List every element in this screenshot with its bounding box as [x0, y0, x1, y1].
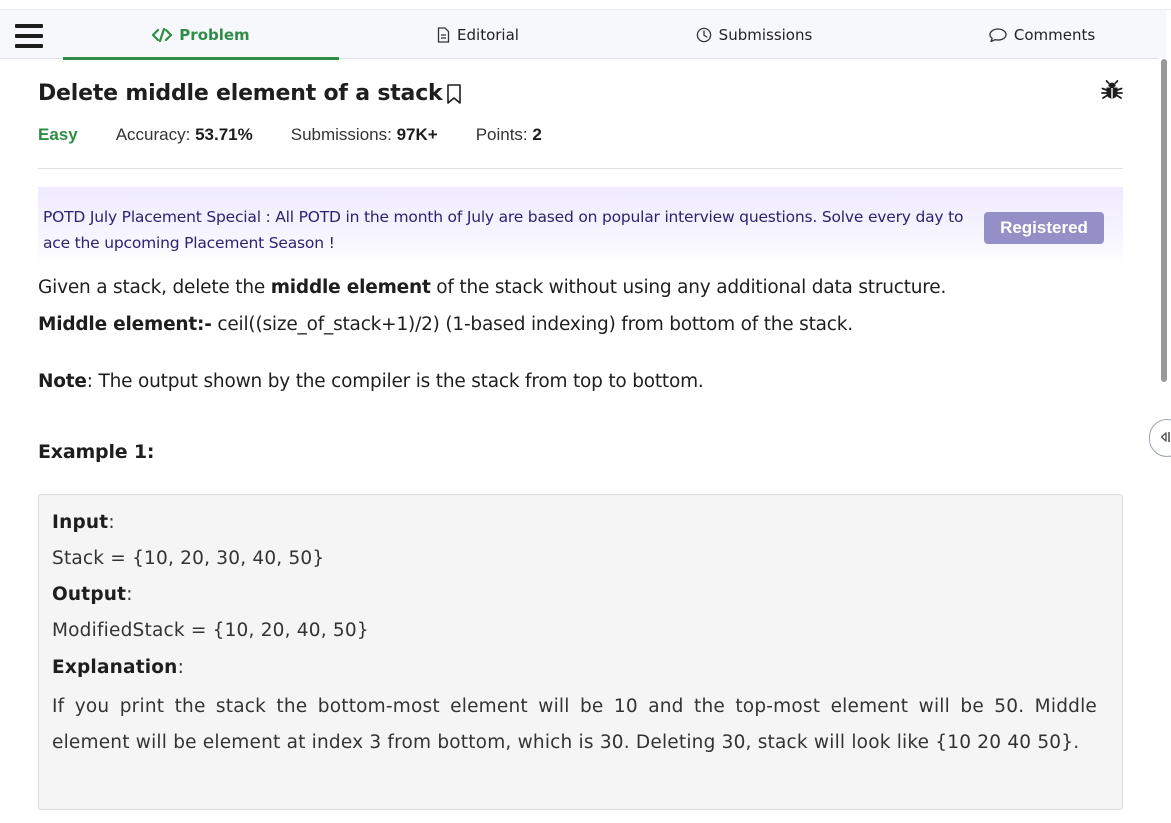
tab-comments[interactable]: Comments	[892, 10, 1171, 59]
title-row: Delete middle element of a stack	[38, 81, 462, 106]
difficulty-badge: Easy	[38, 125, 78, 144]
menu-icon[interactable]	[15, 24, 43, 49]
description-bold: middle element	[270, 277, 431, 298]
description-line-2: Middle element:- ceil((size_of_stack+1)/…	[38, 314, 853, 335]
output-label-line: Output:	[52, 584, 133, 605]
tab-editorial[interactable]: Editorial	[340, 10, 616, 59]
collapse-panel-button[interactable]	[1149, 419, 1171, 457]
accuracy-label: Accuracy:	[115, 125, 196, 144]
explanation-text: If you print the stack the bottom-most e…	[52, 696, 1097, 753]
tab-submissions-label: Submissions	[718, 25, 813, 44]
points-stat: Points: 2	[476, 125, 542, 145]
explanation-label: Explanation	[52, 657, 178, 678]
colon: :	[126, 584, 133, 605]
code-icon	[152, 27, 173, 42]
input-label-line: Input:	[52, 512, 115, 533]
problem-title: Delete middle element of a stack	[38, 81, 443, 106]
note-line: Note: The output shown by the compiler i…	[38, 371, 704, 392]
description-text: of the stack without using any additiona…	[430, 277, 947, 298]
problem-meta: Easy Accuracy: 53.71% Submissions: 97K+ …	[38, 125, 580, 145]
tab-bar: Problem Editorial Submissions Comments	[0, 10, 1166, 60]
colon: :	[108, 512, 115, 533]
tab-problem[interactable]: Problem	[63, 10, 339, 60]
document-icon	[437, 26, 450, 43]
comment-icon	[989, 27, 1007, 43]
bookmark-icon[interactable]	[446, 83, 462, 105]
top-strip	[0, 0, 1171, 10]
tab-editorial-label: Editorial	[457, 25, 519, 44]
submissions-stat: Submissions: 97K+	[291, 125, 438, 145]
collapse-left-icon	[1159, 429, 1171, 448]
example-box: Input: Stack = {10, 20, 30, 40, 50} Outp…	[38, 494, 1123, 810]
banner-text: POTD July Placement Special : All POTD i…	[43, 208, 964, 252]
tab-submissions[interactable]: Submissions	[616, 10, 892, 59]
input-value: Stack = {10, 20, 30, 40, 50}	[52, 548, 325, 569]
example-heading: Example 1:	[38, 441, 155, 463]
accuracy-stat: Accuracy: 53.71%	[116, 125, 253, 145]
colon: :	[177, 657, 184, 678]
description-text: ceil((size_of_stack+1)/2) (1-based index…	[211, 314, 853, 335]
clock-icon	[696, 27, 712, 43]
tab-problem-label: Problem	[179, 25, 250, 44]
submissions-value: 97K+	[396, 125, 438, 144]
registered-button[interactable]: Registered	[984, 212, 1104, 244]
submissions-label: Submissions:	[290, 125, 397, 144]
note-text: : The output shown by the compiler is th…	[86, 371, 704, 392]
points-value: 2	[532, 125, 542, 144]
bug-report-icon[interactable]	[1101, 79, 1123, 105]
note-label: Note	[38, 371, 87, 392]
output-value: ModifiedStack = {10, 20, 40, 50}	[52, 620, 369, 641]
divider	[38, 168, 1123, 169]
scrollbar-thumb[interactable]	[1161, 59, 1167, 382]
accuracy-value: 53.71%	[195, 125, 253, 144]
input-label: Input	[52, 512, 109, 533]
potd-banner: POTD July Placement Special : All POTD i…	[38, 187, 1123, 265]
tab-comments-label: Comments	[1013, 25, 1096, 44]
output-label: Output	[52, 584, 127, 605]
description-text: Given a stack, delete the	[38, 277, 271, 298]
explanation-label-line: Explanation:	[52, 657, 184, 678]
middle-element-label: Middle element:-	[38, 314, 212, 335]
points-label: Points:	[475, 125, 533, 144]
description-line-1: Given a stack, delete the middle element…	[38, 277, 946, 298]
